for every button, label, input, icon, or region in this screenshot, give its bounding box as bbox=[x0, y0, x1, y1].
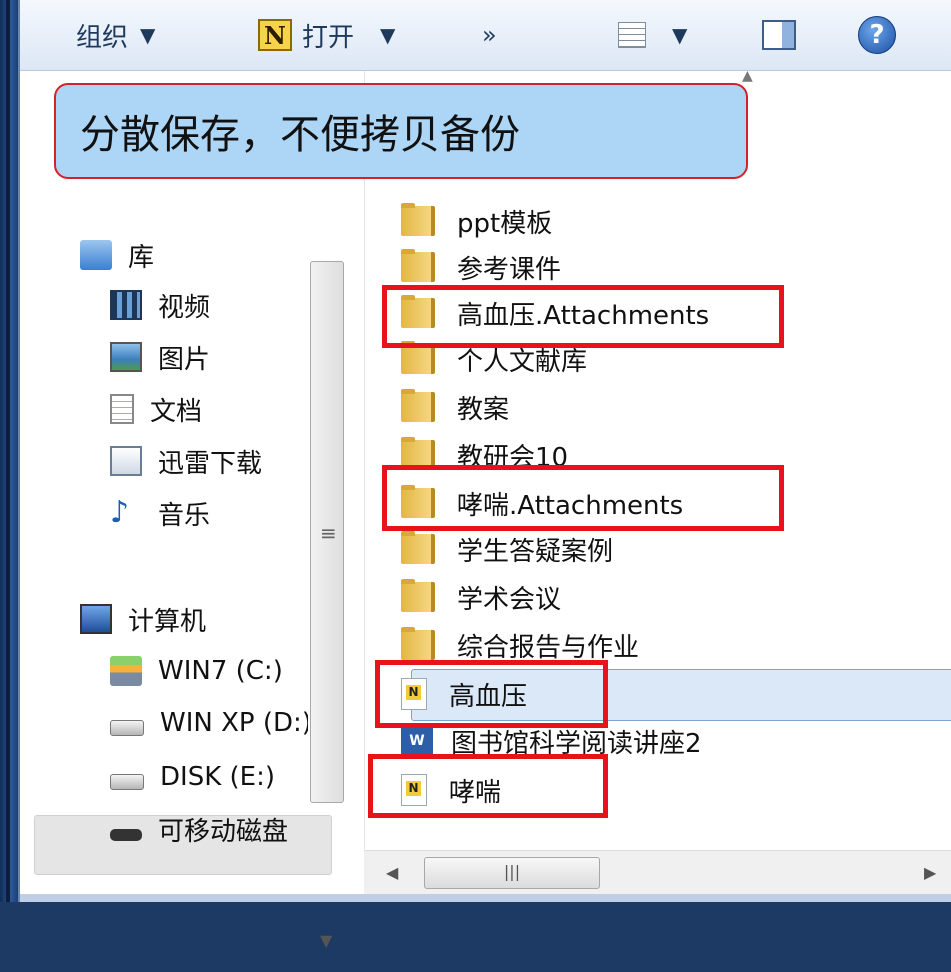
nav-label: 迅雷下载 bbox=[158, 448, 263, 479]
horizontal-scrollbar[interactable]: ◀ ||| ▶ bbox=[364, 850, 951, 895]
scroll-down-arrow-icon[interactable]: ▼ bbox=[320, 931, 332, 950]
more-commands-button[interactable]: » bbox=[482, 16, 497, 54]
notefirst-icon: N bbox=[258, 19, 292, 51]
folder-icon bbox=[401, 627, 435, 660]
nav-item-computer[interactable]: 计算机 bbox=[80, 599, 206, 639]
nav-item-removable-disk[interactable]: 可移动磁盘 bbox=[110, 809, 308, 849]
file-name: ppt模板 bbox=[457, 208, 553, 239]
open-label: 打开 bbox=[302, 22, 355, 53]
status-strip bbox=[20, 894, 951, 902]
nav-item-drive-c[interactable]: WIN7 (C:) bbox=[110, 651, 308, 691]
more-commands-label: » bbox=[482, 21, 497, 49]
music-icon: ♪ bbox=[110, 495, 130, 530]
file-name: 学术会议 bbox=[457, 584, 562, 615]
file-row-folder[interactable]: 学生答疑案例 bbox=[401, 527, 613, 571]
nav-label: 视频 bbox=[158, 292, 211, 323]
highlight-box bbox=[382, 465, 784, 531]
open-button[interactable]: N 打开 ▼ bbox=[258, 16, 395, 54]
scroll-grip-icon: ≡ bbox=[320, 521, 337, 545]
highlight-box bbox=[375, 660, 608, 728]
windows-drive-icon bbox=[110, 656, 142, 686]
nav-item-pictures[interactable]: 图片 bbox=[110, 337, 210, 377]
computer-icon bbox=[80, 604, 112, 634]
preview-pane-icon bbox=[762, 20, 796, 50]
nav-label: 音乐 bbox=[158, 500, 211, 531]
highlight-box bbox=[382, 285, 784, 348]
nav-label: 图片 bbox=[158, 344, 211, 375]
preview-pane-button[interactable] bbox=[762, 16, 796, 54]
nav-item-drive-e[interactable]: DISK (E:) bbox=[110, 757, 308, 797]
callout-text: 分散保存，不便拷贝备份 bbox=[80, 112, 520, 158]
download-folder-icon bbox=[110, 446, 142, 476]
folder-icon bbox=[401, 579, 435, 612]
file-name: 教案 bbox=[457, 394, 510, 425]
nav-item-videos[interactable]: 视频 bbox=[110, 285, 210, 325]
annotation-callout: 分散保存，不便拷贝备份 bbox=[54, 83, 748, 179]
file-name: 综合报告与作业 bbox=[457, 632, 640, 663]
organize-label: 组织 bbox=[76, 22, 129, 53]
organize-button[interactable]: 组织 ▼ bbox=[76, 16, 155, 54]
folder-icon bbox=[401, 389, 435, 422]
nav-item-libraries[interactable]: 库 bbox=[80, 235, 154, 275]
file-row-folder[interactable]: 参考课件 bbox=[401, 245, 561, 289]
nav-scrollbar[interactable]: ≡ ▼ bbox=[310, 261, 344, 972]
folder-icon bbox=[401, 203, 435, 236]
chevron-down-icon[interactable]: ▼ bbox=[380, 23, 395, 47]
picture-icon bbox=[110, 342, 142, 372]
nav-label: 计算机 bbox=[128, 606, 207, 637]
nav-item-music[interactable]: ♪ 音乐 bbox=[110, 493, 210, 533]
chevron-down-icon: ▼ bbox=[672, 23, 688, 47]
nav-label: 库 bbox=[128, 242, 155, 273]
removable-drive-icon bbox=[110, 829, 142, 841]
chevron-down-icon: ▼ bbox=[140, 23, 156, 47]
frame-stripe bbox=[6, 0, 10, 902]
scroll-left-arrow-icon[interactable]: ◀ bbox=[386, 863, 398, 882]
file-list: ppt模板 参考课件 高血压.Attachments 个人文献库 教案 教研会1… bbox=[364, 71, 951, 851]
library-icon bbox=[80, 240, 112, 270]
command-bar: 组织 ▼ N 打开 ▼ » ▼ ? bbox=[20, 0, 951, 71]
view-list-icon bbox=[618, 22, 646, 48]
file-name: 参考课件 bbox=[457, 254, 562, 285]
folder-icon bbox=[401, 249, 435, 282]
nav-label: 可移动磁盘 bbox=[158, 816, 289, 847]
scroll-up-arrow-icon[interactable]: ▲ bbox=[742, 68, 753, 84]
highlight-box bbox=[368, 754, 608, 818]
file-name: 学生答疑案例 bbox=[457, 536, 614, 567]
nav-item-drive-d[interactable]: WIN XP (D:) bbox=[110, 703, 308, 743]
nav-label: 文档 bbox=[150, 396, 203, 427]
folder-icon bbox=[401, 341, 435, 374]
nav-item-xunlei-downloads[interactable]: 迅雷下载 bbox=[110, 441, 262, 481]
video-icon bbox=[110, 290, 142, 320]
nav-label: WIN XP (D:) bbox=[160, 708, 308, 738]
document-icon bbox=[110, 394, 134, 424]
horizontal-scroll-thumb[interactable]: ||| bbox=[424, 857, 600, 889]
desktop-frame-left bbox=[0, 0, 18, 902]
file-row-folder[interactable]: ppt模板 bbox=[401, 199, 552, 243]
help-button[interactable]: ? bbox=[858, 16, 896, 54]
help-icon: ? bbox=[858, 16, 896, 54]
file-row-folder[interactable]: 教案 bbox=[401, 385, 509, 429]
file-row-folder[interactable]: 学术会议 bbox=[401, 575, 561, 619]
navigation-pane: 库 视频 图片 文档 迅雷下载 ♪ 音乐 计算机 WIN7 (C:) WIN X… bbox=[20, 71, 344, 950]
hard-drive-icon bbox=[110, 774, 144, 790]
scroll-right-arrow-icon[interactable]: ▶ bbox=[924, 863, 936, 882]
nav-label: WIN7 (C:) bbox=[158, 656, 283, 686]
hard-drive-icon bbox=[110, 720, 144, 736]
word-doc-icon: W bbox=[401, 728, 433, 754]
change-view-button[interactable]: ▼ bbox=[618, 16, 687, 54]
nav-label: DISK (E:) bbox=[160, 762, 275, 792]
nav-item-documents[interactable]: 文档 bbox=[110, 389, 202, 429]
folder-icon bbox=[401, 531, 435, 564]
